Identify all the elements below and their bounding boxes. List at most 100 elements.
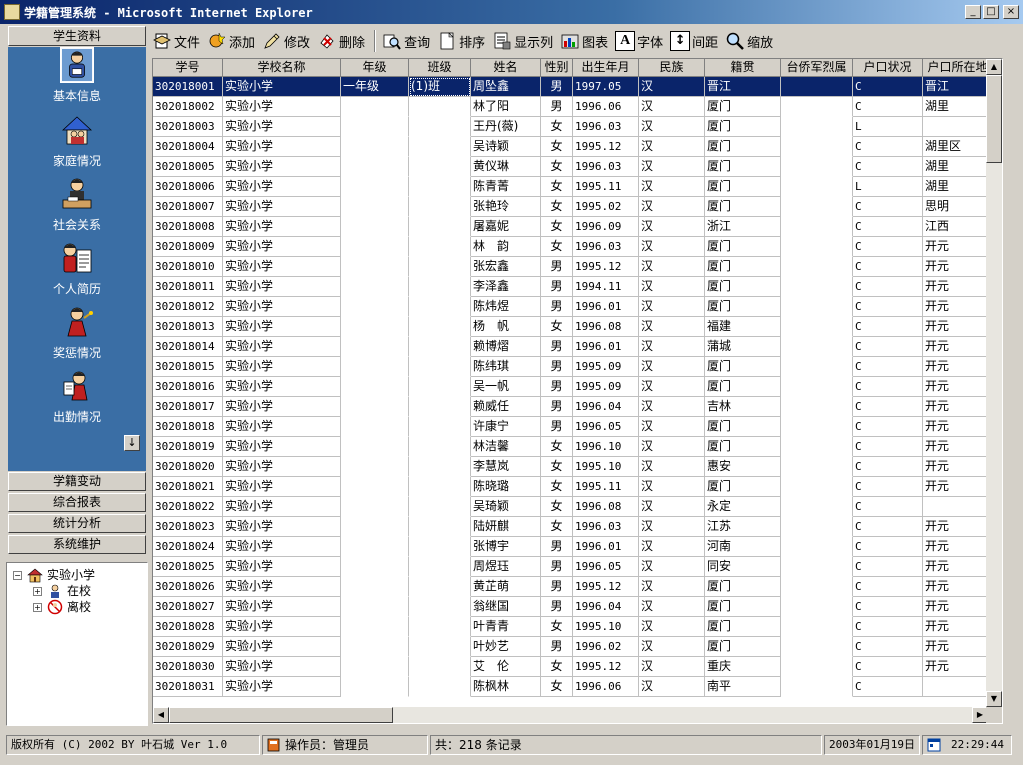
scroll-left-button[interactable]: ◀ bbox=[153, 707, 169, 723]
cell-overseas-family[interactable] bbox=[781, 557, 853, 577]
cell-name[interactable]: 吴诗颖 bbox=[471, 137, 541, 157]
cell-overseas-family[interactable] bbox=[781, 257, 853, 277]
cell-student-id[interactable]: 302018026 bbox=[153, 577, 223, 597]
cell-hukou-location[interactable]: 开元 bbox=[923, 437, 993, 457]
cell-hukou-status[interactable]: C bbox=[853, 537, 923, 557]
cell-birth[interactable]: 1996.05 bbox=[573, 557, 639, 577]
cell-gender[interactable]: 女 bbox=[541, 497, 573, 517]
cell-hukou-status[interactable]: C bbox=[853, 597, 923, 617]
cell-ethnicity[interactable]: 汉 bbox=[639, 657, 705, 677]
cell-ethnicity[interactable]: 汉 bbox=[639, 457, 705, 477]
cell-ethnicity[interactable]: 汉 bbox=[639, 157, 705, 177]
cell-student-id[interactable]: 302018018 bbox=[153, 417, 223, 437]
cell-student-id[interactable]: 302018003 bbox=[153, 117, 223, 137]
cell-student-id[interactable]: 302018029 bbox=[153, 637, 223, 657]
table-row[interactable]: 302018005 实验小学 黄仪琳女 1996.03 汉厦门 C 湖里 bbox=[153, 157, 1002, 177]
table-row[interactable]: 302018023 实验小学 陆妍麒女 1996.03 汉江苏 C 开元 bbox=[153, 517, 1002, 537]
cell-name[interactable]: 艾 伦 bbox=[471, 657, 541, 677]
cell-class[interactable] bbox=[409, 317, 471, 337]
cell-name[interactable]: 黄芷萌 bbox=[471, 577, 541, 597]
cell-school[interactable]: 实验小学 bbox=[223, 557, 341, 577]
col-header-grade[interactable]: 年级 bbox=[341, 59, 409, 77]
cell-hukou-location[interactable]: 开元 bbox=[923, 457, 993, 477]
cell-school[interactable]: 实验小学 bbox=[223, 137, 341, 157]
cell-student-id[interactable]: 302018012 bbox=[153, 297, 223, 317]
table-row[interactable]: 302018015 实验小学 陈纬琪男 1995.09 汉厦门 C 开元 bbox=[153, 357, 1002, 377]
cell-gender[interactable]: 男 bbox=[541, 537, 573, 557]
cell-hukou-status[interactable]: C bbox=[853, 617, 923, 637]
cell-birth[interactable]: 1995.02 bbox=[573, 197, 639, 217]
table-row[interactable]: 302018014 实验小学 赖博熠男 1996.01 汉蒲城 C 开元 bbox=[153, 337, 1002, 357]
cell-school[interactable]: 实验小学 bbox=[223, 477, 341, 497]
tree-node-label[interactable]: 实验小学 bbox=[47, 567, 96, 583]
cell-hukou-status[interactable]: C bbox=[853, 417, 923, 437]
cell-student-id[interactable]: 302018015 bbox=[153, 357, 223, 377]
cell-school[interactable]: 实验小学 bbox=[223, 537, 341, 557]
cell-gender[interactable]: 男 bbox=[541, 297, 573, 317]
edit-button[interactable]: 修改 bbox=[262, 30, 310, 52]
cell-overseas-family[interactable] bbox=[781, 517, 853, 537]
cell-name[interactable]: 杨 帆 bbox=[471, 317, 541, 337]
chart-button[interactable]: 图表 bbox=[560, 30, 608, 52]
cell-native-place[interactable]: 福建 bbox=[705, 317, 781, 337]
cell-overseas-family[interactable] bbox=[781, 677, 853, 697]
cell-hukou-status[interactable]: C bbox=[853, 137, 923, 157]
table-row[interactable]: 302018004 实验小学 吴诗颖女 1995.12 汉厦门 C 湖里区 bbox=[153, 137, 1002, 157]
cell-grade[interactable] bbox=[341, 437, 409, 457]
cell-overseas-family[interactable] bbox=[781, 577, 853, 597]
cell-class[interactable] bbox=[409, 597, 471, 617]
cell-school[interactable]: 实验小学 bbox=[223, 177, 341, 197]
cell-ethnicity[interactable]: 汉 bbox=[639, 137, 705, 157]
table-row[interactable]: 302018006 实验小学 陈青菁女 1995.11 汉厦门 L 湖里 bbox=[153, 177, 1002, 197]
cell-class[interactable] bbox=[409, 97, 471, 117]
cell-birth[interactable]: 1996.08 bbox=[573, 497, 639, 517]
cell-name[interactable]: 林洁馨 bbox=[471, 437, 541, 457]
cell-gender[interactable]: 男 bbox=[541, 577, 573, 597]
minimize-button[interactable]: _ bbox=[965, 5, 981, 19]
cell-hukou-location[interactable]: 湖里 bbox=[923, 157, 993, 177]
cell-grade[interactable] bbox=[341, 417, 409, 437]
table-row[interactable]: 302018031 实验小学 陈枫林女 1996.06 汉南平 C bbox=[153, 677, 1002, 697]
tree-collapse-toggle[interactable]: − bbox=[13, 571, 22, 580]
cell-school[interactable]: 实验小学 bbox=[223, 157, 341, 177]
cell-class[interactable]: (1)班 bbox=[409, 77, 471, 97]
cell-gender[interactable]: 女 bbox=[541, 677, 573, 697]
cell-grade[interactable] bbox=[341, 277, 409, 297]
cell-hukou-location[interactable]: 开元 bbox=[923, 257, 993, 277]
scroll-down-button[interactable]: ▼ bbox=[986, 691, 1002, 707]
cell-native-place[interactable]: 厦门 bbox=[705, 377, 781, 397]
cell-birth[interactable]: 1995.11 bbox=[573, 477, 639, 497]
cell-grade[interactable] bbox=[341, 657, 409, 677]
cell-grade[interactable] bbox=[341, 157, 409, 177]
cell-class[interactable] bbox=[409, 357, 471, 377]
cell-birth[interactable]: 1996.03 bbox=[573, 237, 639, 257]
cell-gender[interactable]: 男 bbox=[541, 557, 573, 577]
cell-birth[interactable]: 1996.04 bbox=[573, 397, 639, 417]
search-button[interactable]: 查询 bbox=[382, 30, 430, 52]
cell-student-id[interactable]: 302018005 bbox=[153, 157, 223, 177]
cell-student-id[interactable]: 302018028 bbox=[153, 617, 223, 637]
cell-student-id[interactable]: 302018021 bbox=[153, 477, 223, 497]
cell-birth[interactable]: 1994.11 bbox=[573, 277, 639, 297]
cell-name[interactable]: 赖威任 bbox=[471, 397, 541, 417]
cell-native-place[interactable]: 河南 bbox=[705, 537, 781, 557]
table-row[interactable]: 302018024 实验小学 张博宇男 1996.01 汉河南 C 开元 bbox=[153, 537, 1002, 557]
cell-grade[interactable] bbox=[341, 477, 409, 497]
cell-hukou-status[interactable]: C bbox=[853, 457, 923, 477]
cell-birth[interactable]: 1996.02 bbox=[573, 637, 639, 657]
cell-ethnicity[interactable]: 汉 bbox=[639, 237, 705, 257]
cell-student-id[interactable]: 302018013 bbox=[153, 317, 223, 337]
cell-gender[interactable]: 女 bbox=[541, 477, 573, 497]
cell-hukou-status[interactable]: C bbox=[853, 437, 923, 457]
cell-hukou-status[interactable]: C bbox=[853, 297, 923, 317]
cell-native-place[interactable]: 厦门 bbox=[705, 357, 781, 377]
cell-name[interactable]: 李泽鑫 bbox=[471, 277, 541, 297]
cell-gender[interactable]: 男 bbox=[541, 277, 573, 297]
table-row[interactable]: 302018022 实验小学 吴琦颖女 1996.08 汉永定 C bbox=[153, 497, 1002, 517]
table-row[interactable]: 302018010 实验小学 张宏鑫男 1995.12 汉厦门 C 开元 bbox=[153, 257, 1002, 277]
cell-native-place[interactable]: 厦门 bbox=[705, 177, 781, 197]
table-row[interactable]: 302018020 实验小学 李慧岚女 1995.10 汉惠安 C 开元 bbox=[153, 457, 1002, 477]
cell-class[interactable] bbox=[409, 257, 471, 277]
cell-birth[interactable]: 1995.10 bbox=[573, 617, 639, 637]
cell-school[interactable]: 实验小学 bbox=[223, 237, 341, 257]
